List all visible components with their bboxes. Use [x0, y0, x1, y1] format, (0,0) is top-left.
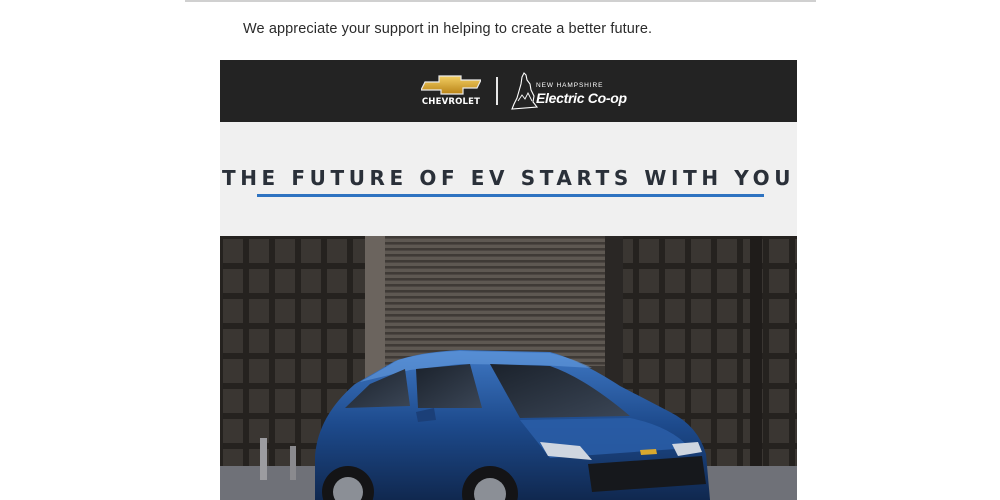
- coop-name: Electric Co-op: [536, 90, 627, 106]
- intro-message: We appreciate your support in helping to…: [243, 21, 653, 37]
- logo-divider: [496, 77, 498, 105]
- headline: THE FUTURE OF EV STARTS WITH YOU: [221, 166, 796, 190]
- chevrolet-logo[interactable]: CHEVROLET: [417, 74, 485, 110]
- headline-underline: [257, 194, 764, 197]
- chevrolet-wordmark: CHEVROLET: [421, 97, 481, 107]
- promo-card[interactable]: CHEVROLET NEW HAMPSHIRE Electric Co-op T…: [220, 60, 797, 500]
- top-divider: [185, 0, 816, 2]
- headline-band: THE FUTURE OF EV STARTS WITH YOU: [220, 122, 797, 236]
- chevrolet-bowtie-icon: [421, 75, 481, 95]
- email-page: We appreciate your support in helping to…: [0, 0, 1000, 500]
- nh-electric-coop-logo[interactable]: NEW HAMPSHIRE Electric Co-op: [510, 71, 627, 113]
- brand-bar: CHEVROLET NEW HAMPSHIRE Electric Co-op: [220, 60, 797, 122]
- coop-subtitle: NEW HAMPSHIRE: [536, 82, 604, 89]
- hero-image[interactable]: [220, 236, 797, 500]
- car-photo: [220, 236, 797, 500]
